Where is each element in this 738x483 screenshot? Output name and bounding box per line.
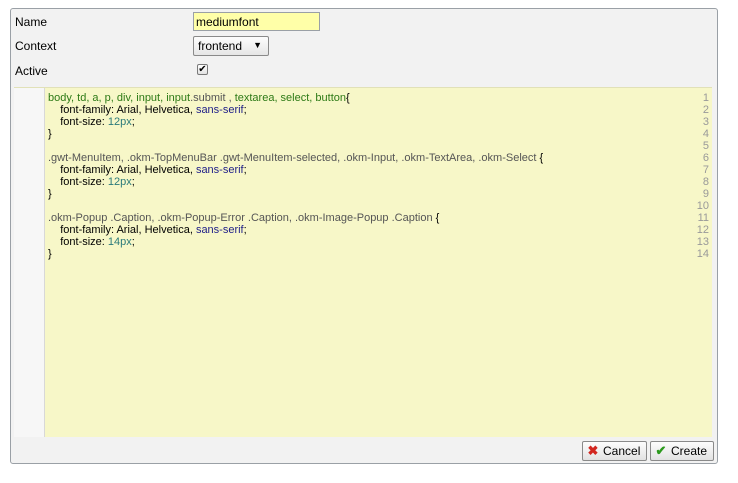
context-label: Context [15,39,57,53]
cancel-button[interactable]: ✖ Cancel [582,441,647,461]
code-token: ; [243,104,247,116]
cancel-x-icon: ✖ [587,443,599,458]
code-line-11: .okm-Popup .Caption, .okm-Popup-Error .C… [48,212,439,224]
code-token: { [346,92,350,104]
code-token: font-size: [48,236,108,248]
line-number: 6 [702,152,709,164]
line-number: 4 [702,128,709,140]
line-number: 8 [702,176,709,188]
code-token: } [48,128,52,140]
code-line-14: } [48,248,52,260]
code-token: sans-serif [195,104,244,116]
line-number-gutter [14,88,45,437]
code-token: 12px [107,176,132,188]
create-button-label: Create [671,444,708,458]
code-token: } [48,188,52,200]
create-button[interactable]: ✔ Create [650,441,714,461]
name-row: Name [15,10,47,34]
code-line-4: } [48,128,52,140]
active-label: Active [15,64,48,78]
line-number: 5 [702,140,709,152]
code-token: font-size: [48,176,108,188]
context-select-value: frontend [198,39,243,53]
code-token: ; [131,176,135,188]
code-token: font-family: Arial, Helvetica, [48,104,196,116]
code-token: font-family: Arial, Helvetica, [48,164,196,176]
name-label: Name [15,15,48,29]
code-token: textarea, select, button [234,92,346,104]
create-css-dialog: Name Context frontend ▼ Active ✔ 1234567… [10,8,718,464]
context-select[interactable]: frontend ▼ [193,36,269,56]
code-token: .okm-Popup .Caption, .okm-Popup-Error .C… [48,212,436,224]
cancel-button-label: Cancel [603,444,641,458]
code-line-1: body, td, a, p, div, input, input.submit… [48,92,350,104]
code-line-8: font-size: 12px; [48,176,135,188]
code-line-2: font-family: Arial, Helvetica, sans-seri… [48,104,247,116]
code-token: sans-serif [195,164,244,176]
line-number: 7 [702,164,709,176]
code-token: { [435,212,440,224]
css-code-editor[interactable]: 1 2 3 4 5 6 7 8 9 10 11 12 13 14 body, td, a, p, div,… [14,87,712,437]
checkmark-icon: ✔ [198,64,207,75]
line-number: 10 [696,200,709,212]
name-input[interactable] [193,12,320,31]
active-checkbox[interactable]: ✔ [197,64,208,75]
code-token: .gwt-MenuItem, .okm-TopMenuBar .gwt-Menu… [48,152,540,164]
dropdown-arrow-icon: ▼ [253,40,262,50]
line-number: 13 [696,236,709,248]
code-line-3: font-size: 12px; [48,116,135,128]
code-token: { [539,152,544,164]
code-line-9: } [48,188,52,200]
code-token: ; [131,236,135,248]
context-row: Context [15,34,56,58]
active-row: Active [15,59,48,83]
line-number: 9 [702,188,709,200]
code-token: } [48,248,52,260]
check-icon: ✔ [655,443,667,458]
line-number: 11 [697,212,709,224]
code-area[interactable]: body, td, a, p, div, input, input.submit… [48,88,543,260]
line-number: 3 [702,116,709,128]
code-token: ; [243,164,247,176]
code-token: 12px [107,116,132,128]
code-token: 14px [107,236,132,248]
code-token: sans-serif [195,224,244,236]
code-line-12: font-family: Arial, Helvetica, sans-seri… [48,224,247,236]
line-number: 12 [696,224,709,236]
code-token: body, td, a, p, div, input, input [48,92,191,104]
line-number: 1 [702,92,709,104]
line-number: 2 [702,104,709,116]
code-token: .submit , [190,92,235,104]
code-token: font-family: Arial, Helvetica, [48,224,196,236]
code-line-13: font-size: 14px; [48,236,135,248]
code-token: ; [243,224,247,236]
code-line-6: .gwt-MenuItem, .okm-TopMenuBar .gwt-Menu… [48,152,543,164]
code-line-7: font-family: Arial, Helvetica, sans-seri… [48,164,247,176]
line-number: 14 [696,248,709,260]
code-token: ; [131,116,135,128]
code-token: font-size: [48,116,108,128]
